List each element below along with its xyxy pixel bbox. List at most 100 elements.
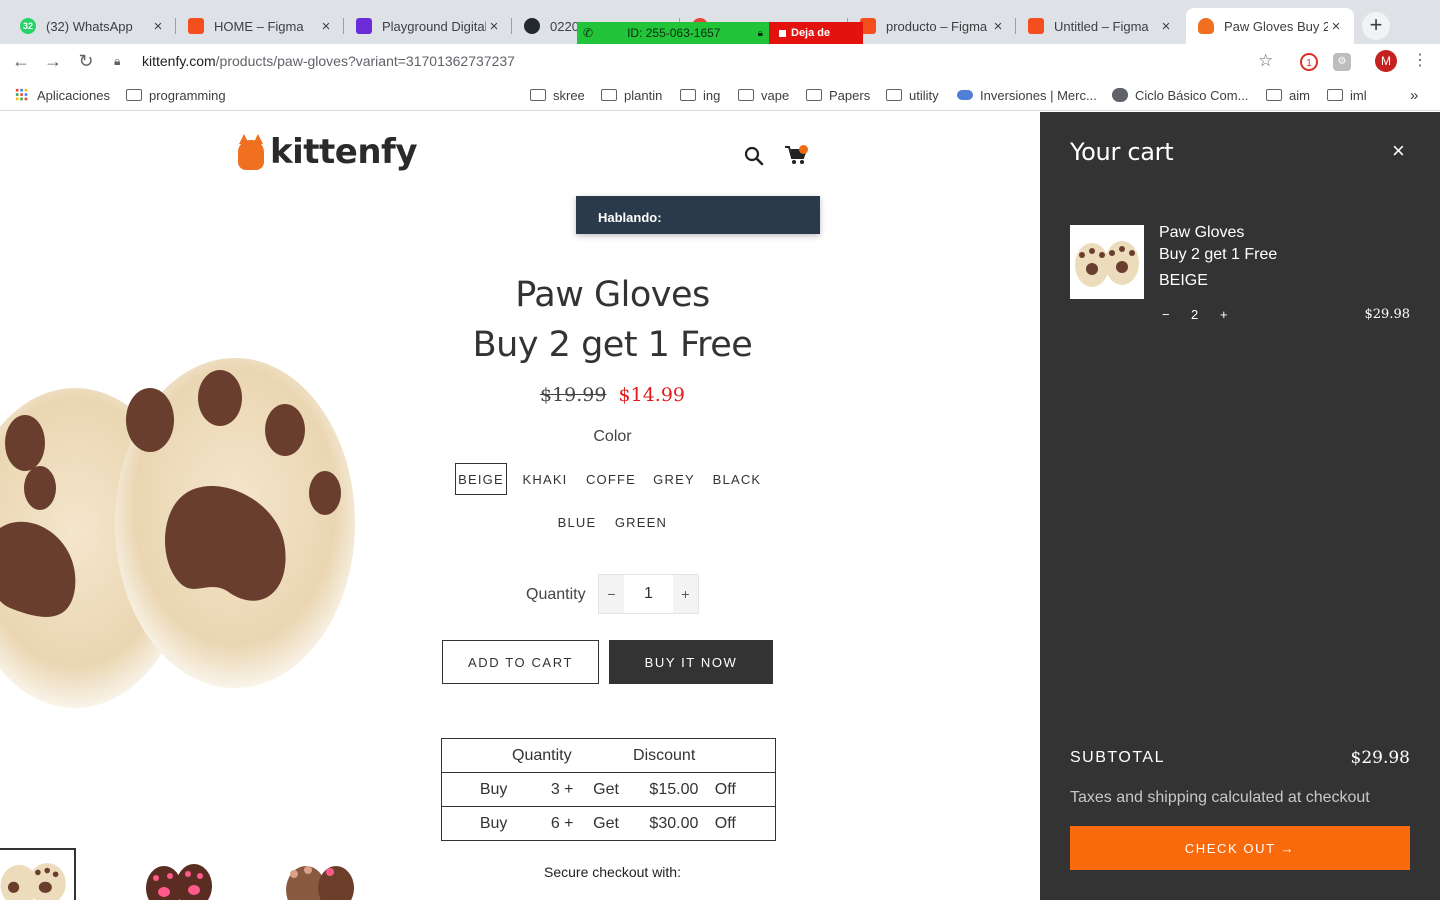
table-cell: 6 + [545, 806, 580, 841]
product-title-line1: Paw Gloves [515, 275, 710, 315]
product-title-line2: Buy 2 get 1 Free [472, 325, 753, 365]
table-cell: Buy [441, 772, 546, 807]
cart-item-name-line2: Buy 2 get 1 Free [1159, 246, 1278, 263]
extension-icon[interactable]: 1 [1300, 53, 1318, 71]
stop-sharing-button[interactable]: Deja de [769, 22, 863, 44]
tab-title: Playground Digital [382, 18, 486, 34]
cart-quantity-increase-button[interactable]: + [1220, 307, 1228, 322]
new-tab-button[interactable]: + [1362, 12, 1390, 40]
subtotal-value: $29.98 [1350, 748, 1410, 768]
whatsapp-icon: 32 [20, 18, 36, 34]
bookmark-label: iml [1350, 87, 1367, 103]
bookmark-folder-iml[interactable]: iml [1327, 86, 1367, 104]
table-header-row: Quantity Discount [441, 738, 777, 773]
forward-button[interactable]: → [42, 50, 64, 72]
color-option-grey[interactable]: GREY [649, 463, 699, 495]
bookmark-label: plantin [624, 87, 663, 103]
product-thumbnail[interactable] [140, 848, 220, 900]
quantity-decrease-button[interactable]: − [599, 575, 624, 613]
close-tab-icon[interactable]: × [150, 18, 166, 35]
back-button[interactable]: ← [10, 50, 32, 72]
lock-icon: 🔒︎ [757, 27, 763, 39]
table-cell: 3 + [545, 772, 580, 807]
table-header: Quantity [441, 738, 634, 773]
reload-button[interactable]: ↻ [75, 50, 97, 72]
cart-count-badge [799, 145, 808, 154]
bookmark-folder-aim[interactable]: aim [1266, 86, 1310, 104]
cart-item-name[interactable]: Paw Gloves Buy 2 get 1 Free [1159, 222, 1277, 266]
tax-note: Taxes and shipping calculated at checkou… [1070, 789, 1370, 806]
stop-icon [779, 29, 786, 37]
checkout-button[interactable]: CHECK OUT → [1070, 826, 1410, 870]
close-tab-icon[interactable]: × [1328, 18, 1344, 35]
bookmark-folder-vape[interactable]: vape [738, 86, 789, 104]
bookmark-ciclo-basico[interactable]: Ciclo Básico Com... [1112, 86, 1248, 104]
globe-icon [1112, 88, 1128, 102]
close-tab-icon[interactable]: × [318, 18, 334, 35]
address-bar[interactable]: 🔒︎ kittenfy.com/products/paw-gloves?vari… [108, 47, 1288, 75]
buy-it-now-button[interactable]: BUY IT NOW [609, 640, 773, 684]
lock-icon: 🔒︎ [114, 53, 121, 68]
tab-home-figma[interactable]: HOME – Figma × [176, 8, 344, 44]
bookmark-inversiones[interactable]: Inversiones | Merc... [957, 86, 1097, 104]
cart-drawer: Your cart × Paw Gloves Buy 2 get 1 Free … [1040, 112, 1440, 900]
avatar[interactable]: M [1375, 50, 1397, 72]
remote-session-id: ✆ ID: 255-063-1657 🔒︎ [577, 22, 769, 44]
tab-title: Untitled – Figma [1054, 18, 1149, 34]
github-icon [524, 18, 540, 34]
tab-title: (32) WhatsApp [46, 18, 133, 34]
cart-quantity-decrease-button[interactable]: − [1162, 307, 1170, 322]
table-cell: $15.00 [633, 772, 715, 807]
tab-playground[interactable]: Playground Digital × [344, 8, 512, 44]
bookmark-label: programming [149, 87, 226, 103]
color-label: Color [593, 428, 632, 445]
color-option-beige[interactable]: BEIGE [455, 463, 507, 495]
cart-quantity-input[interactable]: 2 [1191, 307, 1198, 322]
figma-icon [1028, 18, 1044, 34]
extension-icon[interactable]: ⚙︎ [1333, 53, 1351, 71]
browser-toolbar: ← → ↻ 🔒︎ kittenfy.com/products/paw-glove… [0, 44, 1440, 78]
apps-grid-icon [15, 88, 28, 101]
product-image[interactable] [0, 348, 360, 728]
tab-title: producto – Figma [886, 18, 988, 34]
close-tab-icon[interactable]: × [486, 18, 502, 35]
bookmark-folder-plantin[interactable]: plantin [601, 86, 662, 104]
bookmark-folder-programming[interactable]: programming [126, 86, 226, 104]
color-option-black[interactable]: BLACK [709, 463, 765, 495]
color-option-coffe[interactable]: COFFE [583, 463, 639, 495]
bookmarks-overflow-button[interactable]: » [1410, 86, 1418, 104]
table-cell: Get [579, 806, 634, 841]
tab-producto-figma[interactable]: producto – Figma × [848, 8, 1016, 44]
quantity-stepper: − 1 + [598, 574, 699, 614]
bookmark-apps[interactable]: Aplicaciones [14, 86, 110, 104]
bookmark-folder-utility[interactable]: utility [886, 86, 939, 104]
quantity-increase-button[interactable]: + [673, 575, 698, 613]
tab-paw-gloves[interactable]: Paw Gloves Buy 2 × [1186, 8, 1354, 44]
table-row: Buy 3 + Get $15.00 Off [441, 772, 776, 807]
table-row: Buy 6 + Get $30.00 Off [441, 806, 776, 841]
product-thumbnail[interactable] [0, 848, 76, 900]
search-icon[interactable] [744, 146, 764, 166]
cart-item-image[interactable] [1070, 225, 1144, 299]
store-logo[interactable]: kittenfy [236, 132, 418, 172]
tab-untitled-figma[interactable]: Untitled – Figma × [1016, 8, 1184, 44]
product-thumbnail[interactable] [280, 848, 360, 900]
bookmark-star-icon[interactable]: ☆ [1258, 51, 1273, 71]
cart-item-name-line1: Paw Gloves [1159, 224, 1245, 241]
bookmark-folder-skree[interactable]: skree [530, 86, 585, 104]
close-tab-icon[interactable]: × [990, 18, 1006, 35]
color-option-green[interactable]: GREEN [613, 506, 669, 538]
tab-whatsapp[interactable]: 32 (32) WhatsApp × [8, 8, 176, 44]
close-tab-icon[interactable]: × [1158, 18, 1174, 35]
bookmark-label: ing [703, 87, 721, 103]
close-icon[interactable]: × [1392, 138, 1405, 164]
color-option-blue[interactable]: BLUE [551, 506, 603, 538]
table-header: Discount [633, 738, 777, 773]
quantity-input[interactable]: 1 [624, 575, 673, 613]
add-to-cart-button[interactable]: ADD TO CART [442, 640, 599, 684]
bookmark-folder-ing[interactable]: ing [680, 86, 720, 104]
secure-checkout-label: Secure checkout with: [544, 864, 681, 880]
menu-icon[interactable]: ⋮ [1412, 50, 1428, 70]
color-option-khaki[interactable]: KHAKI [517, 463, 573, 495]
bookmark-folder-papers[interactable]: Papers [806, 86, 870, 104]
